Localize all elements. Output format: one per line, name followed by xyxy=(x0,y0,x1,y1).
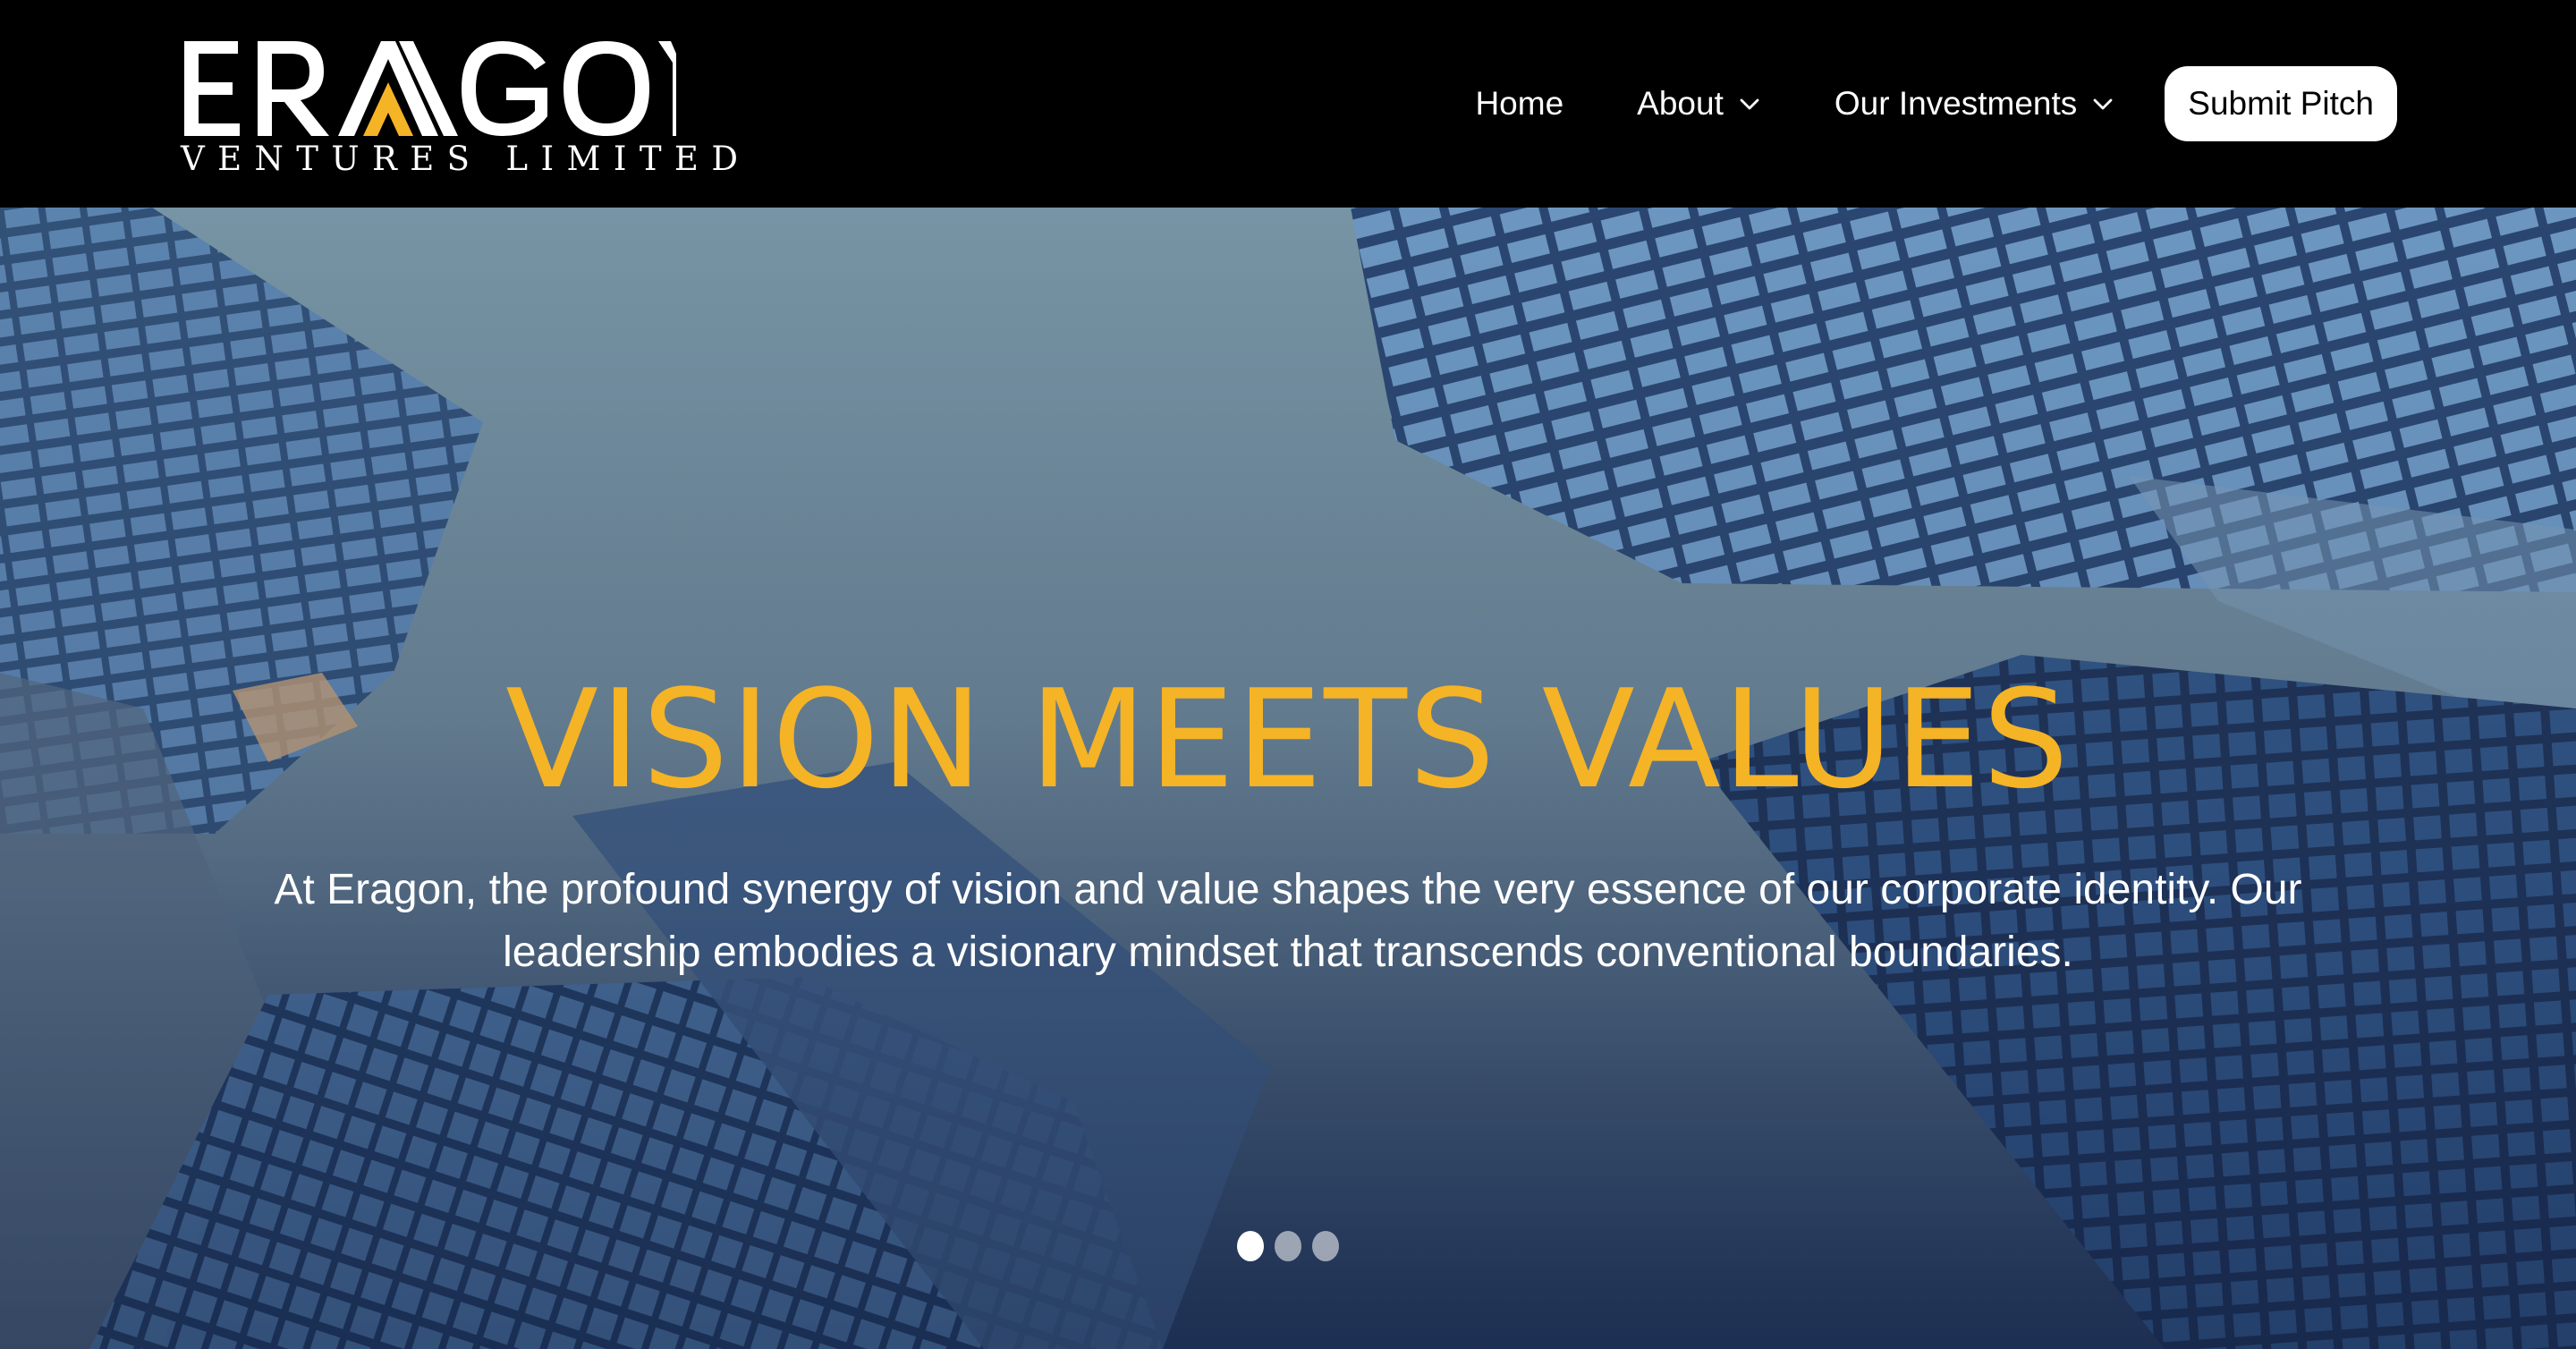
nav-item-home[interactable]: Home xyxy=(1475,84,1563,123)
brand-tagline: VENTURES LIMITED xyxy=(181,140,751,178)
brand-logo[interactable]: VENTURES LIMITED xyxy=(179,36,738,179)
nav-item-about[interactable]: About xyxy=(1637,84,1761,123)
slider-dot-1[interactable] xyxy=(1237,1231,1264,1261)
nav-item-label: Home xyxy=(1475,85,1564,122)
nav-item-label: Our Investments xyxy=(1834,85,2078,122)
hero-title: VISION MEETS VALUES xyxy=(505,660,2071,819)
slider-dot-3[interactable] xyxy=(1312,1231,1339,1261)
eragon-logo-mark xyxy=(184,41,676,136)
site-header: VENTURES LIMITED Home About Our Investme… xyxy=(0,0,2576,208)
slider-pagination xyxy=(0,1231,2576,1261)
chevron-down-icon xyxy=(1740,98,1759,110)
nav-item-our-investments[interactable]: Our Investments xyxy=(1835,84,2114,123)
hero-banner: VISION MEETS VALUES At Eragon, the profo… xyxy=(0,208,2576,1349)
main-nav: Home About Our Investments Submit Pitch xyxy=(1475,66,2397,141)
submit-pitch-button[interactable]: Submit Pitch xyxy=(2165,66,2397,141)
slider-dot-2[interactable] xyxy=(1275,1231,1301,1261)
chevron-down-icon xyxy=(2093,98,2113,110)
hero-description: At Eragon, the profound synergy of visio… xyxy=(274,866,2302,976)
nav-item-label: About xyxy=(1637,85,1724,122)
